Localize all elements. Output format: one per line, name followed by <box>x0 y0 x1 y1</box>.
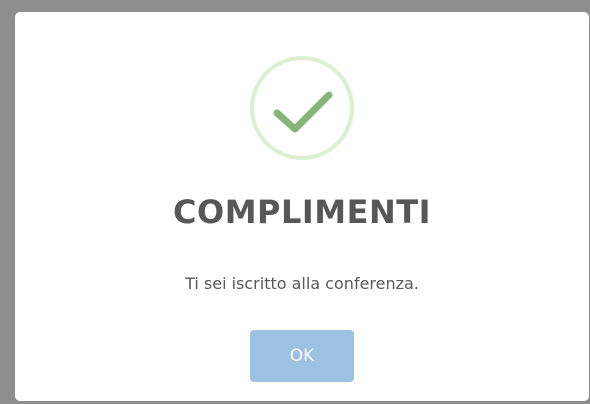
success-dialog: COMPLIMENTI Ti sei iscritto alla confere… <box>15 12 589 401</box>
dialog-title: COMPLIMENTI <box>173 193 431 231</box>
ok-button[interactable]: OK <box>250 330 354 382</box>
success-check-icon <box>249 55 355 161</box>
dialog-message: Ti sei iscritto alla conferenza. <box>185 274 419 293</box>
